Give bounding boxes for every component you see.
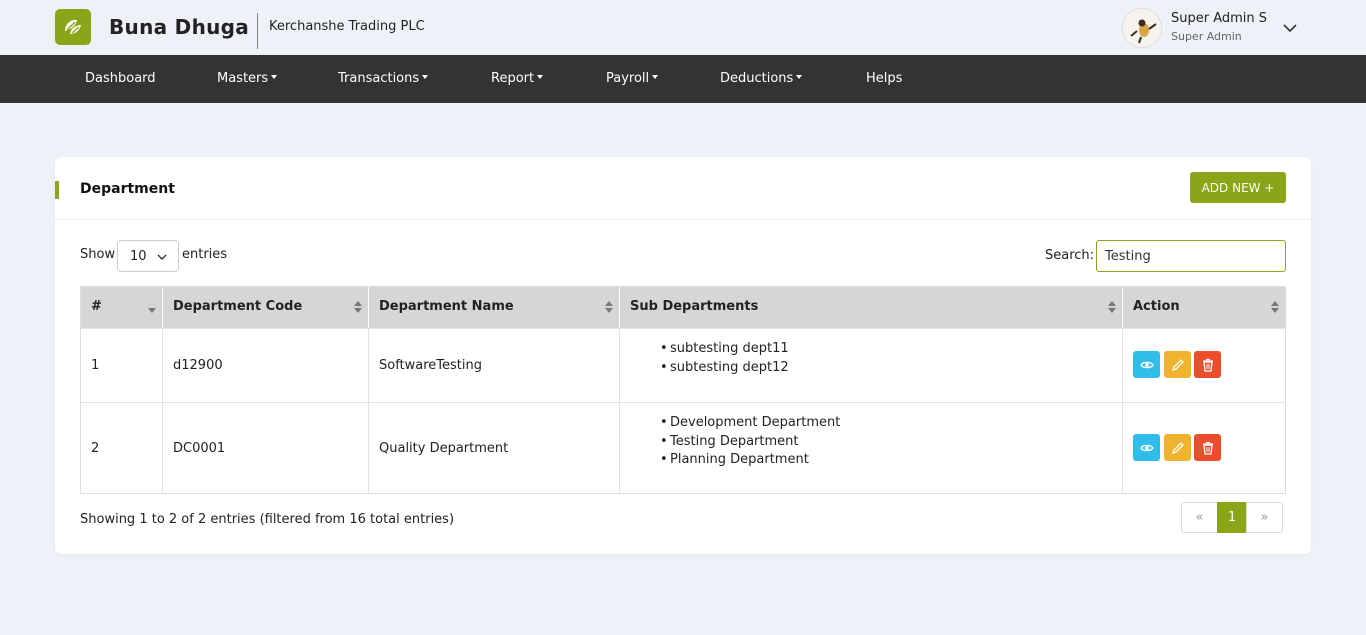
view-button[interactable]	[1133, 434, 1160, 461]
department-name: SoftwareTesting	[379, 358, 483, 373]
nav-label: Helps	[866, 71, 903, 86]
search-input[interactable]	[1096, 240, 1286, 272]
column-header-code[interactable]: Department Code	[163, 287, 369, 328]
column-header-label: Action	[1133, 299, 1180, 314]
eye-icon	[1139, 361, 1154, 368]
caret-down-icon	[422, 75, 429, 79]
page-title: Department	[80, 181, 175, 197]
nav-label: Deductions	[720, 71, 794, 86]
nav-dashboard[interactable]: Dashboard	[85, 71, 156, 86]
brand-name[interactable]: Buna Dhuga	[109, 15, 249, 39]
company-name: Kerchanshe Trading PLC	[269, 19, 425, 34]
cell-code: DC0001	[163, 403, 369, 493]
trash-icon	[1202, 358, 1213, 372]
chevron-down-icon	[157, 254, 167, 260]
sub-department-item: Testing Department	[660, 433, 840, 452]
entries-label: entries	[182, 247, 228, 262]
user-role: Super Admin	[1171, 30, 1242, 43]
cell-name: SoftwareTesting	[369, 329, 620, 402]
nav-report[interactable]: Report	[491, 71, 544, 86]
nav-label: Report	[491, 71, 535, 86]
department-table: # Department Code Department Name Sub De…	[80, 286, 1286, 494]
pagination: « 1 »	[1181, 502, 1283, 533]
show-label: Show	[80, 247, 116, 262]
department-code: DC0001	[173, 441, 226, 456]
delete-button[interactable]	[1194, 351, 1221, 378]
sub-department-item: Development Department	[660, 414, 840, 433]
cell-action	[1123, 403, 1285, 493]
pencil-icon	[1171, 358, 1184, 371]
cell-sub-departments: Development Department Testing Departmen…	[620, 403, 1123, 493]
next-page-button[interactable]: »	[1246, 502, 1283, 533]
sort-icon	[1271, 301, 1279, 313]
column-header-label: Sub Departments	[630, 299, 759, 314]
delete-button[interactable]	[1194, 434, 1221, 461]
nav-label: Masters	[217, 71, 269, 86]
cell-action	[1123, 329, 1285, 402]
edit-button[interactable]	[1164, 434, 1191, 461]
row-number: 1	[91, 358, 100, 373]
nav-masters[interactable]: Masters	[217, 71, 278, 86]
sub-department-list: subtesting dept11 subtesting dept12	[660, 340, 789, 377]
caret-down-icon	[271, 75, 278, 79]
brand-divider	[257, 13, 258, 49]
sort-icon	[605, 301, 613, 313]
sub-department-list: Development Department Testing Departmen…	[660, 414, 840, 470]
column-header-label: #	[91, 299, 102, 314]
top-header: Buna Dhuga Kerchanshe Trading PLC Super …	[0, 0, 1366, 55]
add-new-button[interactable]: ADD NEW +	[1190, 172, 1286, 203]
user-name[interactable]: Super Admin S	[1171, 11, 1267, 26]
column-header-label: Department Code	[173, 299, 303, 314]
department-code: d12900	[173, 358, 223, 373]
eye-icon	[1139, 444, 1154, 451]
nav-deductions[interactable]: Deductions	[720, 71, 803, 86]
department-name: Quality Department	[379, 441, 509, 456]
page-length-select[interactable]: 10	[117, 240, 179, 272]
caret-down-icon	[537, 75, 544, 79]
previous-page-button[interactable]: «	[1181, 502, 1218, 533]
department-card: Department ADD NEW + Show 10 entries Sea…	[55, 157, 1311, 554]
pencil-icon	[1171, 441, 1184, 454]
page-length-value: 10	[130, 249, 147, 264]
sort-icon	[354, 301, 362, 313]
cell-code: d12900	[163, 329, 369, 402]
column-header-action[interactable]: Action	[1123, 287, 1285, 328]
table-row: 2 DC0001 Quality Department Development …	[81, 402, 1285, 493]
nav-label: Dashboard	[85, 71, 156, 86]
column-header-number[interactable]: #	[81, 287, 163, 328]
sub-department-item: Planning Department	[660, 451, 840, 470]
title-accent-bar	[55, 181, 59, 199]
edit-button[interactable]	[1164, 351, 1191, 378]
cell-name: Quality Department	[369, 403, 620, 493]
sub-department-item: subtesting dept12	[660, 359, 789, 378]
sort-icon	[1108, 301, 1116, 313]
nav-helps[interactable]: Helps	[866, 71, 902, 86]
column-header-label: Department Name	[379, 299, 514, 314]
nav-label: Payroll	[606, 71, 650, 86]
row-number: 2	[91, 441, 100, 456]
main-navbar: Dashboard Masters Transactions Report Pa…	[0, 55, 1366, 103]
user-avatar[interactable]	[1122, 8, 1162, 48]
cell-number: 2	[81, 403, 163, 493]
sub-department-item: subtesting dept11	[660, 340, 789, 359]
cell-number: 1	[81, 329, 163, 402]
card-divider	[55, 219, 1311, 220]
trash-icon	[1202, 441, 1213, 455]
sort-desc-icon	[148, 308, 156, 313]
chevron-down-icon[interactable]	[1282, 20, 1298, 36]
page-button-current[interactable]: 1	[1217, 502, 1247, 533]
table-info: Showing 1 to 2 of 2 entries (filtered fr…	[80, 512, 455, 527]
view-button[interactable]	[1133, 351, 1160, 378]
caret-down-icon	[652, 75, 659, 79]
table-row: 1 d12900 SoftwareTesting subtesting dept…	[81, 328, 1285, 402]
brand-logo-icon[interactable]	[55, 9, 91, 45]
nav-payroll[interactable]: Payroll	[606, 71, 659, 86]
search-label: Search:	[1045, 248, 1095, 263]
caret-down-icon	[796, 75, 803, 79]
cell-sub-departments: subtesting dept11 subtesting dept12	[620, 329, 1123, 402]
nav-label: Transactions	[338, 71, 420, 86]
column-header-sub-departments[interactable]: Sub Departments	[620, 287, 1123, 328]
nav-transactions[interactable]: Transactions	[338, 71, 429, 86]
column-header-name[interactable]: Department Name	[369, 287, 620, 328]
